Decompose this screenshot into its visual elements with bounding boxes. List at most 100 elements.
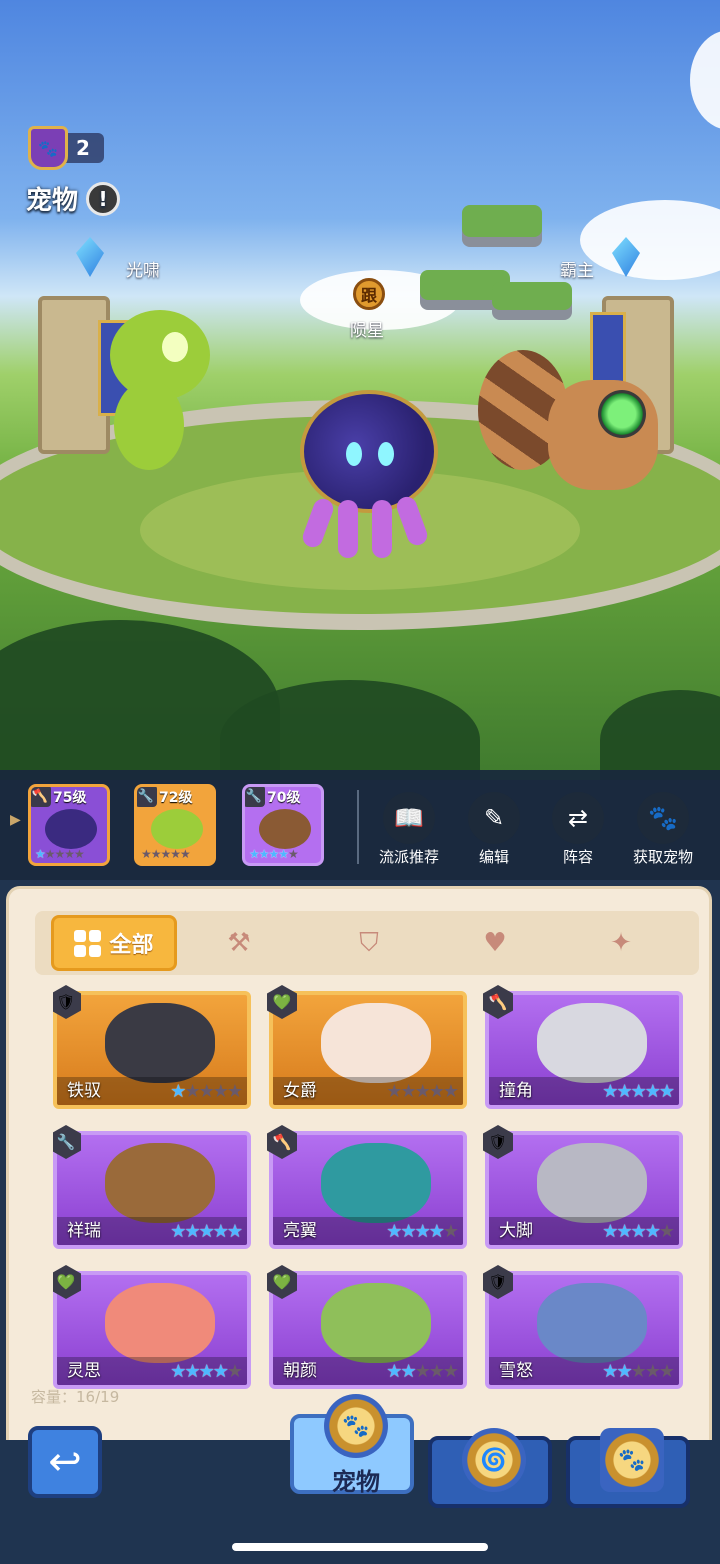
star-filled-icon: ★	[602, 1081, 618, 1102]
lineup-button[interactable]: ⇄ 阵容	[533, 792, 623, 867]
octopus-pet[interactable]	[290, 390, 450, 570]
star-filled-icon: ★	[616, 1361, 632, 1382]
star-empty-icon: ★	[644, 1361, 661, 1382]
pet-name: 朝颜	[283, 1361, 317, 1381]
pet-portrait	[321, 1143, 431, 1223]
star-rating: ★★★★★	[602, 1361, 675, 1382]
star-rating: ★★★★★	[141, 847, 191, 861]
filter-tab-wrench[interactable]: ✦	[603, 925, 639, 961]
star-filled-icon: ★	[198, 1361, 215, 1382]
wrench-icon: 🔧	[245, 787, 265, 807]
divider	[357, 790, 359, 864]
star-rating: ★★★★★	[170, 1361, 243, 1382]
pet-panel-inner: 全部 ⚒ ⛉ ♥ ✦ 铁驭 ★★★★★ 🛡 女爵 ★★★★★ 💚 撞角 ★★★★★ 🪓 祥瑞 ★★★…	[6, 886, 712, 1446]
rank-indicator[interactable]: 🐾 2	[28, 126, 104, 170]
star-filled-icon: ★	[400, 1361, 416, 1382]
team-slot-3[interactable]: 🔧 70级 ★★★★★	[242, 784, 324, 866]
star-filled-icon: ★	[630, 1081, 647, 1102]
nav-tab-pets[interactable]: 🐾 宠物	[290, 1394, 414, 1496]
pet-card[interactable]: 祥瑞 ★★★★★	[53, 1131, 251, 1249]
team-level: 75级	[53, 790, 87, 806]
home-indicator	[232, 1543, 488, 1551]
pet-card[interactable]: 大脚 ★★★★★	[485, 1131, 683, 1249]
nav-tab-emblem[interactable]: 🌀	[428, 1428, 552, 1508]
pet-portrait	[321, 1283, 431, 1363]
heart-icon: ♥	[483, 928, 507, 958]
octopus-eye	[378, 442, 394, 466]
star-filled-icon: ★	[616, 1081, 632, 1102]
star-rating: ★★★★★	[602, 1221, 675, 1242]
star-rating: ★★★★★	[170, 1081, 243, 1102]
star-rating: ★★★★★	[386, 1221, 459, 1242]
star-filled-icon: ★	[616, 1221, 632, 1242]
pet-name: 祥瑞	[67, 1221, 101, 1241]
star-filled-icon: ★	[602, 1361, 618, 1382]
star-empty-icon: ★	[442, 1221, 459, 1242]
edit-button[interactable]: ✎ 编辑	[449, 792, 539, 867]
pet-portrait	[45, 809, 97, 849]
pet-card[interactable]: 女爵 ★★★★★	[269, 991, 467, 1109]
filter-tab-heart[interactable]: ♥	[477, 925, 513, 961]
star-filled-icon: ★	[184, 1221, 200, 1242]
follow-tag[interactable]: 跟	[353, 278, 385, 310]
grid-icon	[74, 929, 102, 957]
team-slot-2[interactable]: 🔧 72级 ★★★★★	[134, 784, 216, 866]
pet-name: 灵思	[67, 1361, 101, 1381]
star-filled-icon: ★	[170, 1081, 186, 1102]
star-empty-icon: ★	[226, 1081, 243, 1102]
star-filled-icon: ★	[400, 1221, 416, 1242]
star-filled-icon: ★	[658, 1081, 675, 1102]
back-button[interactable]: ↩	[28, 1426, 102, 1498]
lineup-label: 阵容	[562, 848, 593, 866]
dragon-pet[interactable]	[70, 280, 230, 480]
right-slot-label[interactable]: 霸主	[560, 256, 594, 281]
pet-portrait	[321, 1003, 431, 1083]
star-filled-icon: ★	[198, 1221, 215, 1242]
recommend-button[interactable]: 📖 流派推荐	[364, 792, 454, 867]
left-slot-label[interactable]: 光啸	[126, 256, 160, 281]
filter-all-tab[interactable]: 全部	[51, 915, 177, 971]
pet-card[interactable]: 铁驭 ★★★★★	[53, 991, 251, 1109]
tentacle	[300, 496, 336, 550]
filter-tab-axe[interactable]: ⚒	[221, 925, 257, 961]
octopus-head	[300, 390, 438, 513]
pencil-icon: ✎	[468, 792, 520, 844]
capacity-indicator: 容量：16/19	[31, 1386, 119, 1407]
star-empty-icon: ★	[658, 1221, 675, 1242]
filter-tab-shield[interactable]: ⛉	[351, 925, 387, 961]
squirrel-pet[interactable]	[478, 350, 678, 500]
pet-portrait	[105, 1283, 215, 1363]
pet-card[interactable]: 朝颜 ★★★★★	[269, 1271, 467, 1389]
get-pet-button[interactable]: 🐾 获取宠物	[618, 792, 708, 867]
star-filled-icon: ★	[428, 1221, 445, 1242]
star-filled-icon: ★	[226, 1221, 243, 1242]
info-button[interactable]: !	[86, 181, 121, 216]
rank-count: 2	[62, 133, 104, 163]
floating-island	[462, 205, 542, 237]
pet-book-icon: 🐾	[600, 1428, 664, 1492]
pet-portrait	[105, 1143, 215, 1223]
pet-name: 女爵	[283, 1081, 317, 1101]
star-empty-icon: ★	[198, 1081, 215, 1102]
filter-bar: 全部 ⚒ ⛉ ♥ ✦	[35, 911, 699, 975]
pet-portrait	[105, 1003, 215, 1083]
star-empty-icon: ★	[400, 1081, 416, 1102]
pet-card[interactable]: 灵思 ★★★★★	[53, 1271, 251, 1389]
pet-name: 亮翼	[283, 1221, 317, 1241]
star-filled-icon: ★	[212, 1221, 229, 1242]
star-empty-icon: ★	[442, 1361, 459, 1382]
star-rating: ★★★★★	[35, 847, 85, 861]
pet-card[interactable]: 雪怒 ★★★★★	[485, 1271, 683, 1389]
pet-name: 大脚	[499, 1221, 533, 1241]
star-filled-icon: ★	[630, 1221, 647, 1242]
pet-portrait	[537, 1143, 647, 1223]
nav-tab-book[interactable]: 🐾	[566, 1428, 690, 1508]
team-slot-1[interactable]: 🪓 75级 ★★★★★	[28, 784, 110, 866]
pet-card[interactable]: 亮翼 ★★★★★	[269, 1131, 467, 1249]
dragon-body	[114, 380, 184, 470]
team-bar: ▶ 🪓 75级 ★★★★★ 🔧 72级 ★★★★★ 🔧 70级 ★★★★★ 📖 …	[0, 770, 720, 880]
swirl-emblem-icon: 🌀	[462, 1428, 526, 1492]
page-title: 宠物 !	[26, 180, 121, 217]
star-filled-icon: ★	[170, 1361, 186, 1382]
pet-card[interactable]: 撞角 ★★★★★	[485, 991, 683, 1109]
